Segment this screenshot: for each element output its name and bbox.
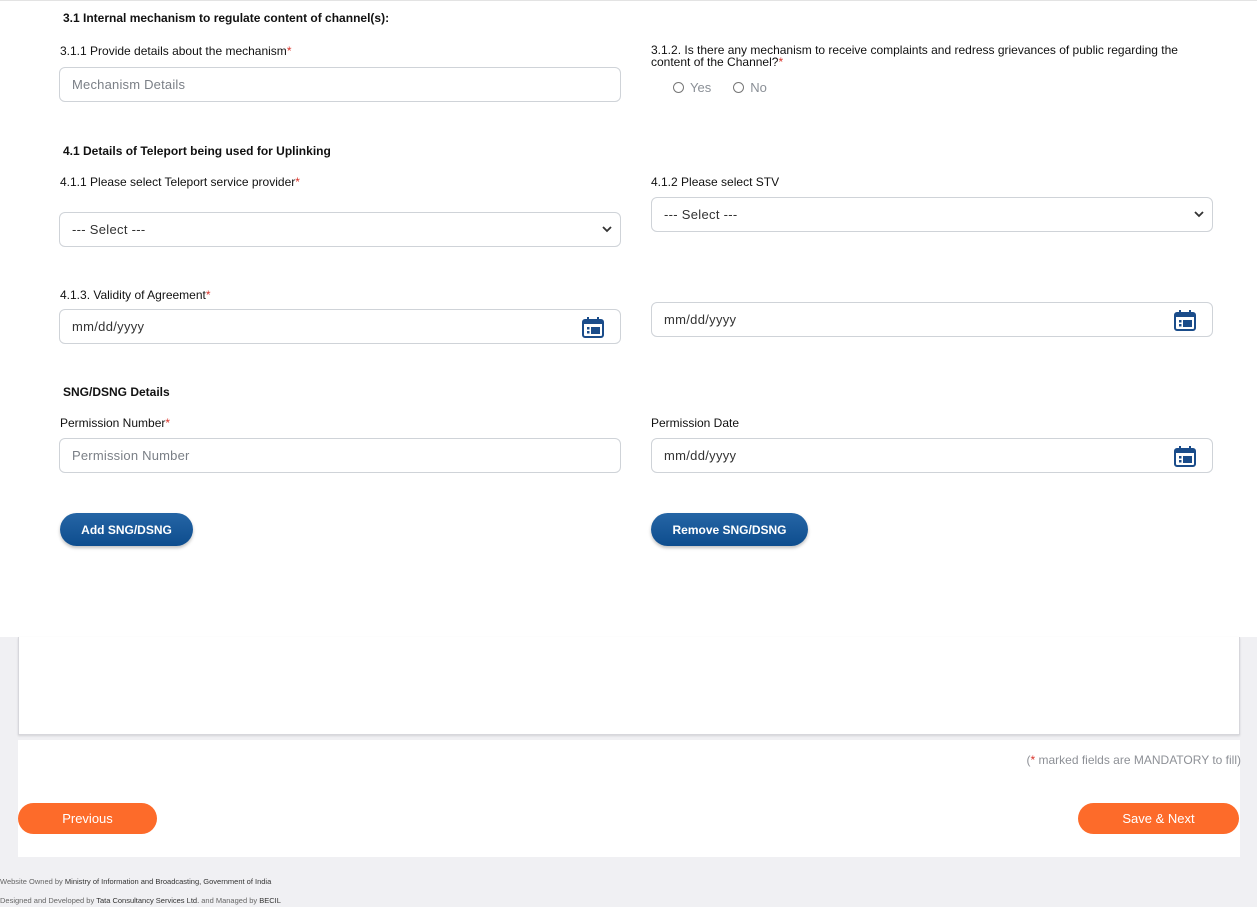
permission-number-input[interactable]: Permission Number	[59, 438, 621, 473]
remove-sng-dsng-button[interactable]: Remove SNG/DSNG	[651, 513, 808, 546]
required-marker: *	[295, 175, 300, 189]
q413-label: 4.1.3. Validity of Agreement*	[60, 288, 211, 302]
radio-yes[interactable]	[673, 82, 684, 93]
previous-button[interactable]: Previous	[18, 803, 157, 834]
permission-number-placeholder: Permission Number	[72, 448, 190, 463]
stv-selected: --- Select ---	[664, 207, 738, 222]
radio-yes-label: Yes	[690, 80, 712, 95]
footer-designed-by: Designed and Developed by Tata Consultan…	[0, 896, 281, 905]
required-marker: *	[165, 416, 171, 430]
chevron-down-icon	[1194, 210, 1204, 217]
q312-label: 3.1.2. Is there any mechanism to receive…	[651, 43, 1178, 69]
mechanism-details-input[interactable]: Mechanism Details	[59, 67, 621, 102]
permission-number-label: Permission Number*	[60, 416, 171, 430]
add-sng-dsng-button[interactable]: Add SNG/DSNG	[60, 513, 193, 546]
footer-owned-by: Website Owned by Ministry of Information…	[0, 877, 272, 886]
calendar-icon[interactable]	[580, 316, 606, 340]
radio-no[interactable]	[733, 82, 745, 93]
permission-date-label: Permission Date	[651, 416, 740, 430]
section-4-1-heading: 4.1 Details of Teleport being used for U…	[63, 144, 331, 158]
stv-select[interactable]: --- Select ---	[651, 197, 1213, 232]
form-panel-bottom	[18, 637, 1240, 735]
agreement-to-date-value: mm/dd/yyyy	[664, 312, 737, 327]
agreement-from-date-input[interactable]: mm/dd/yyyy	[59, 309, 621, 344]
permission-date-value: mm/dd/yyyy	[664, 448, 737, 463]
calendar-icon[interactable]	[1172, 309, 1198, 333]
agreement-to-date-input[interactable]: mm/dd/yyyy	[651, 302, 1213, 337]
sng-dsng-heading: SNG/DSNG Details	[63, 385, 170, 399]
mandatory-note: (* marked fields are MANDATORY to fill)	[1026, 753, 1241, 767]
mechanism-details-placeholder: Mechanism Details	[72, 77, 186, 92]
permission-date-input[interactable]: mm/dd/yyyy	[651, 438, 1213, 473]
q412-label: 4.1.2 Please select STV	[651, 175, 780, 189]
chevron-down-icon	[602, 225, 612, 232]
save-next-button[interactable]: Save & Next	[1078, 803, 1239, 834]
calendar-icon[interactable]	[1172, 445, 1198, 469]
required-marker: *	[205, 288, 211, 302]
q311-label: 3.1.1 Provide details about the mechanis…	[60, 44, 292, 58]
top-divider	[0, 0, 1257, 1]
complaint-mechanism-radio-group: Yes No	[673, 80, 767, 95]
q411-label: 4.1.1 Please select Teleport service pro…	[60, 175, 300, 189]
teleport-provider-select[interactable]: --- Select ---	[59, 212, 621, 247]
teleport-provider-selected: --- Select ---	[72, 222, 146, 237]
agreement-from-date-value: mm/dd/yyyy	[72, 319, 145, 334]
radio-no-label: No	[750, 80, 767, 95]
required-marker: *	[778, 55, 784, 69]
required-marker: *	[286, 44, 292, 58]
section-3-1-heading: 3.1 Internal mechanism to regulate conte…	[63, 11, 390, 25]
